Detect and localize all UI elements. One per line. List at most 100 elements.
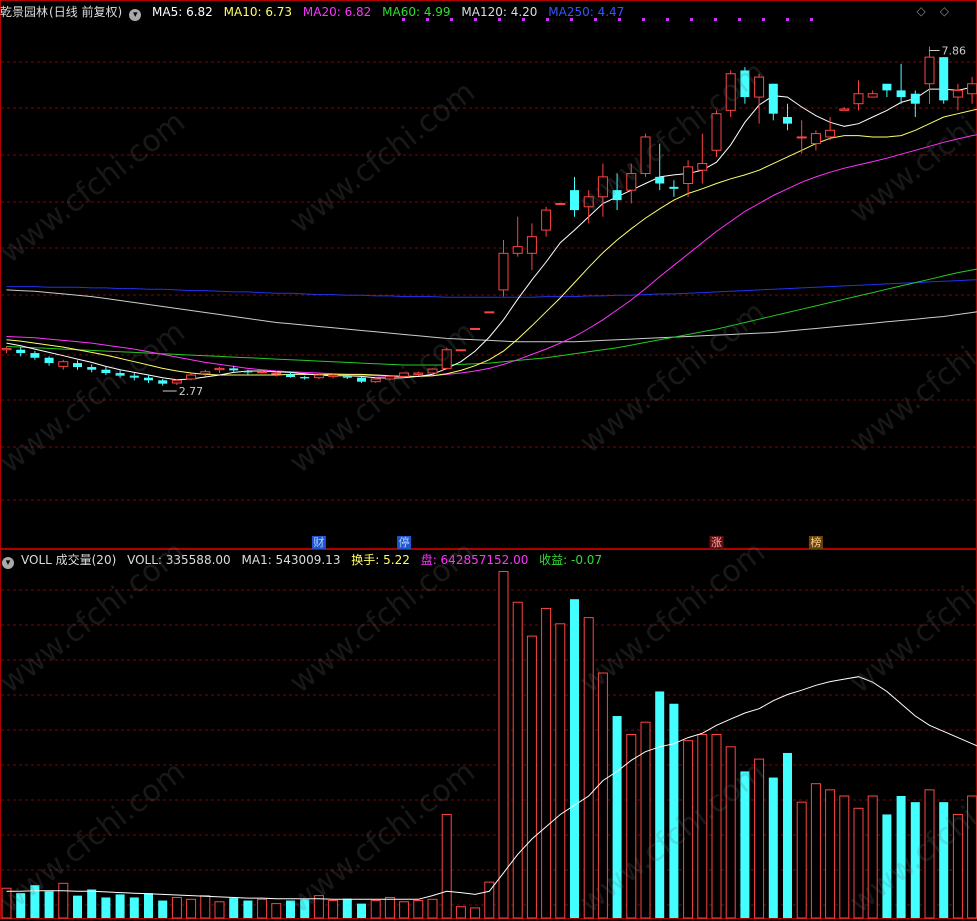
candle-body-up <box>556 203 565 204</box>
volume-bar-down <box>655 691 664 918</box>
volume-indicator: VOLL 成交量(20) <box>21 553 116 567</box>
volume-bar-up <box>527 636 536 918</box>
candle-body-down <box>30 353 39 358</box>
volume-bar-up <box>556 624 565 918</box>
volume-bar-down <box>30 885 39 918</box>
top-marker-dot <box>714 18 717 21</box>
high-label: 7.86 <box>942 45 967 58</box>
settings-icon-2[interactable]: ▾ <box>2 557 14 569</box>
event-marker-3: 涨 <box>711 536 722 549</box>
turnover-value: 换手: 5.22 <box>351 553 410 567</box>
volume-bar-down <box>357 904 366 918</box>
candle-body-up <box>499 253 508 290</box>
low-label: 2.77 <box>179 385 204 398</box>
top-marker-dot <box>786 18 789 21</box>
ma60-line <box>7 237 977 365</box>
volume-bar-up <box>329 901 338 918</box>
candle-body-up <box>428 369 437 373</box>
candle-body-up <box>485 312 494 313</box>
ma20-line <box>7 114 977 376</box>
candle-body-up <box>371 379 380 382</box>
voll-value: VOLL: 335588.00 <box>127 553 231 567</box>
candle-body-down <box>286 374 295 377</box>
volume-bar-up <box>215 902 224 918</box>
volume-bar-down <box>769 778 778 918</box>
volume-bar-up <box>2 888 11 918</box>
volume-bar-down <box>300 899 309 918</box>
candle-body-up <box>385 376 394 379</box>
volume-bar-up <box>172 897 181 918</box>
stock-chart[interactable]: 7.862.77财停涨榜 <box>0 0 977 919</box>
candle-body-down <box>243 371 252 372</box>
volume-bar-up <box>598 673 607 918</box>
volume-bar-up <box>499 572 508 918</box>
candle-body-up <box>442 350 451 369</box>
candle-body-up <box>2 348 11 349</box>
volume-bar-down <box>130 897 139 918</box>
diamond-icon-2[interactable]: ◇ <box>940 4 963 18</box>
candle-body-down <box>87 367 96 370</box>
volume-bar-up <box>414 901 423 918</box>
volume-bar-down <box>783 753 792 918</box>
candle-body-up <box>797 137 806 138</box>
top-marker-dot <box>690 18 693 21</box>
price-header: 乾景园林(日线 前复权)▾ MA5: 6.82 MA10: 6.73 MA20:… <box>0 2 631 22</box>
corner-icons[interactable]: ◇◇ <box>917 4 963 18</box>
volume-bar-down <box>116 894 125 918</box>
top-marker-dot <box>738 18 741 21</box>
candle-body-down <box>570 190 579 210</box>
candle-body-up <box>187 375 196 379</box>
ma250-line <box>7 272 977 297</box>
volume-bar-up <box>201 896 210 918</box>
candle-body-down <box>73 363 82 367</box>
candle-body-down <box>740 70 749 97</box>
volume-bar-down <box>669 704 678 918</box>
candle-body-down <box>144 378 153 381</box>
candle-body-down <box>783 117 792 124</box>
volume-bar-down <box>144 893 153 918</box>
volume-bar-down <box>882 814 891 918</box>
volume-bar-up <box>698 735 707 919</box>
candle-body-up <box>172 380 181 383</box>
candle-body-down <box>229 368 238 370</box>
top-marker-dot <box>762 18 765 21</box>
candle-body-down <box>357 378 366 382</box>
candle-body-up <box>584 197 593 207</box>
candle-body-up <box>471 328 480 329</box>
candle-body-down <box>101 370 110 373</box>
volume-bar-up <box>811 784 820 918</box>
volume-bar-down <box>897 796 906 918</box>
candle-body-down <box>897 90 906 97</box>
volume-bar-down <box>45 891 54 918</box>
volume-bar-up <box>258 899 267 918</box>
candle-body-up <box>968 84 977 94</box>
ma1-value: MA1: 543009.13 <box>242 553 341 567</box>
candle-body-down <box>300 377 309 378</box>
candle-body-up <box>456 350 465 351</box>
candle-body-down <box>613 190 622 200</box>
candle-body-up <box>400 373 409 376</box>
candle-body-down <box>939 57 948 100</box>
volume-header: ▾ VOLL 成交量(20) VOLL: 335588.00 MA1: 54300… <box>0 550 609 570</box>
diamond-icon[interactable]: ◇ <box>917 4 940 18</box>
stock-name[interactable]: 乾景园林 <box>0 5 48 19</box>
candle-body-down <box>116 373 125 376</box>
ma5-value: MA5: 6.82 <box>152 5 213 19</box>
event-marker-1: 财 <box>313 535 324 549</box>
volume-bar-down <box>16 893 25 918</box>
candle-body-down <box>769 84 778 114</box>
candle-body-up <box>854 94 863 104</box>
volume-bar-up <box>59 883 68 918</box>
volume-bar-up <box>187 899 196 918</box>
volume-bar-up <box>684 741 693 918</box>
volume-bar-up <box>953 814 962 918</box>
candle-body-up <box>627 174 636 191</box>
candle-body-up <box>513 247 522 254</box>
volume-bar-up <box>371 901 380 918</box>
volume-bar-up <box>542 608 551 918</box>
volume-bar-down <box>73 896 82 918</box>
event-marker-4: 榜 <box>810 535 821 549</box>
ma250-value: MA250: 4.47 <box>548 5 624 19</box>
settings-icon[interactable]: ▾ <box>129 9 141 21</box>
volume-bar-up <box>726 747 735 918</box>
